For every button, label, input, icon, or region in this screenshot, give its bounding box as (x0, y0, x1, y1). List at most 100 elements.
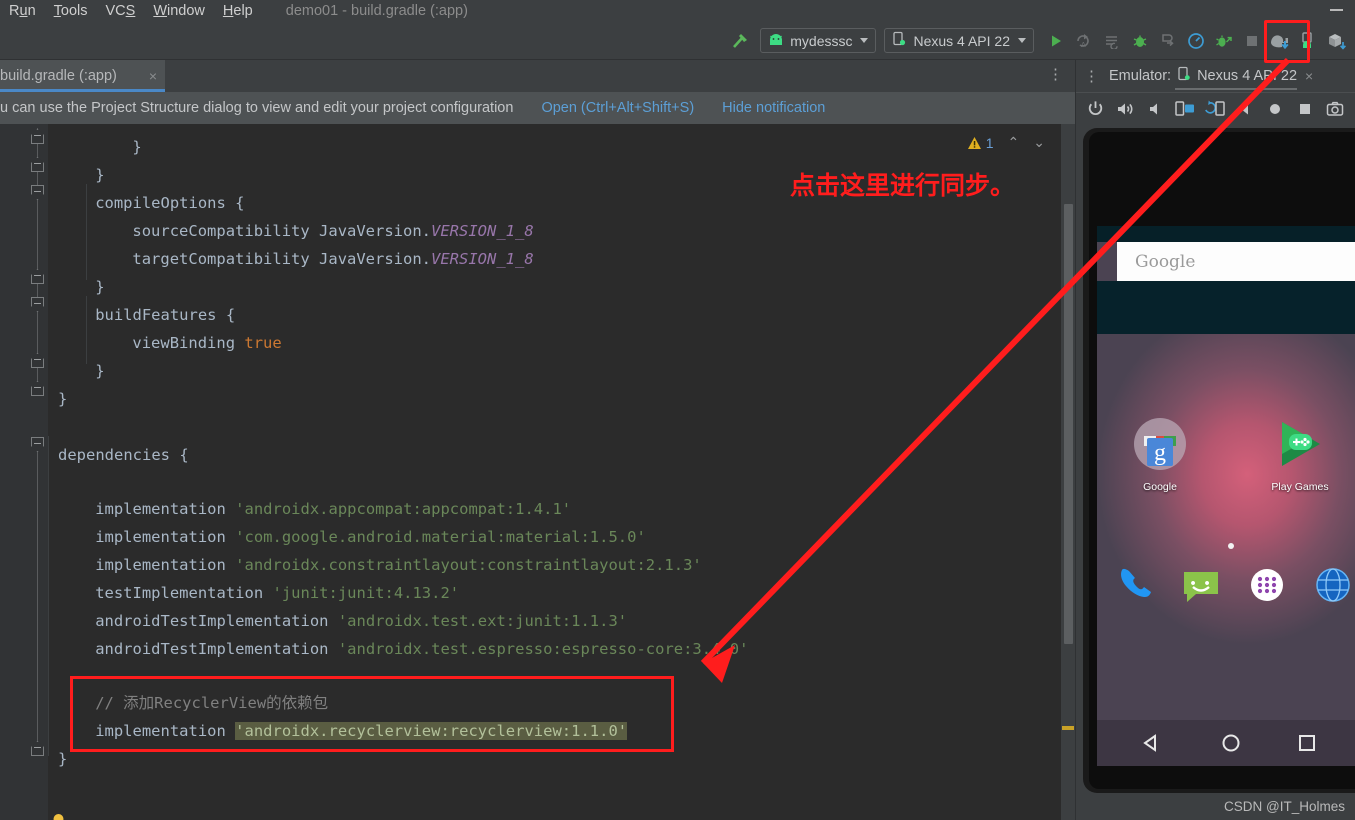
fold-marker-expand-icon[interactable] (31, 185, 44, 200)
code-token: viewBinding (132, 334, 245, 352)
code-line[interactable]: androidTestImplementation 'androidx.test… (95, 636, 748, 664)
attach-debugger-button[interactable] (1155, 28, 1181, 54)
editor-tab-label: build.gradle (:app) (0, 68, 117, 84)
dock-icon-messaging[interactable] (1175, 564, 1227, 615)
menu-item-help[interactable]: Help (214, 3, 262, 19)
notification-hide-link[interactable]: Hide notification (722, 100, 825, 116)
module-selector[interactable]: mydesssc (760, 28, 877, 53)
code-token: implementation (95, 556, 236, 574)
fold-region-line (37, 442, 38, 752)
dock-icon-all-apps[interactable] (1241, 564, 1293, 615)
code-line[interactable]: buildFeatures { (95, 302, 235, 330)
code-token: dependencies { (58, 446, 189, 464)
code-line[interactable]: } (58, 746, 67, 774)
code-line[interactable]: dependencies { (58, 442, 189, 470)
volume-down-icon[interactable] (1140, 95, 1170, 123)
warning-stripe-marker[interactable] (1062, 726, 1074, 730)
device-screen[interactable]: Google g Google Play Games (1097, 226, 1355, 766)
code-editor[interactable]: }} compileOptions {sourceCompatibility Ja… (0, 124, 1075, 820)
code-token: VERSION_1_8 (431, 250, 534, 268)
volume-up-icon[interactable] (1110, 95, 1140, 123)
emulator-header: ⋮ Emulator: Nexus 4 API 22 × (1076, 60, 1355, 92)
scrollbar-thumb[interactable] (1064, 204, 1073, 644)
code-line[interactable]: implementation 'androidx.recyclerview:re… (95, 718, 628, 746)
code-line[interactable]: targetCompatibility JavaVersion.VERSION_… (132, 246, 533, 274)
next-problem-button[interactable]: ⌄ (1033, 134, 1045, 151)
screenshot-icon[interactable] (1320, 95, 1350, 123)
editor-tab-overflow-button[interactable]: ⋮ (1048, 67, 1063, 83)
google-search-widget[interactable]: Google (1117, 242, 1355, 281)
menu-item-window[interactable]: Window (144, 3, 214, 19)
back-icon[interactable] (1230, 95, 1260, 123)
home-icon[interactable] (1260, 95, 1290, 123)
overview-icon[interactable] (1290, 95, 1320, 123)
editor-gutter[interactable] (0, 124, 48, 820)
fold-marker-collapse-icon[interactable] (31, 129, 44, 144)
emulator-options-button[interactable]: ⋮ (1084, 67, 1099, 85)
fold-marker-collapse-icon[interactable] (31, 157, 44, 172)
main-toolbar: mydesssc Nexus 4 API 22 A (0, 22, 1355, 60)
stop-button[interactable] (1239, 28, 1265, 54)
menu-item-vcs[interactable]: VCS (97, 3, 145, 19)
android-status-bar (1097, 226, 1355, 242)
prev-problem-button[interactable]: ⌃ (1008, 134, 1020, 151)
close-icon[interactable]: × (149, 68, 157, 84)
menu-item-run[interactable]: Run (0, 3, 45, 19)
indent-guide (48, 436, 49, 756)
run-button[interactable] (1043, 28, 1069, 54)
apply-changes-button[interactable]: A (1071, 28, 1097, 54)
sdk-manager-button[interactable] (1323, 28, 1349, 54)
close-icon[interactable]: × (1305, 68, 1313, 84)
code-line[interactable]: } (95, 358, 104, 386)
emulator-device-frame: Google g Google Play Games (1083, 128, 1355, 793)
code-line[interactable]: viewBinding true (132, 330, 281, 358)
power-icon[interactable] (1080, 95, 1110, 123)
fold-marker-collapse-icon[interactable] (31, 381, 44, 396)
editor-scrollbar[interactable] (1061, 124, 1075, 820)
editor-tab-strip: build.gradle (:app) × ⋮ (0, 60, 1075, 92)
code-line[interactable]: androidTestImplementation 'androidx.test… (95, 608, 627, 636)
inspection-status[interactable]: 1 ⌃ ⌄ (967, 134, 1045, 151)
fold-marker-expand-icon[interactable] (31, 297, 44, 312)
menu-item-tools[interactable]: Tools (45, 3, 97, 19)
rotate-right-icon[interactable] (1200, 95, 1230, 123)
make-project-icon[interactable] (730, 30, 752, 52)
code-line[interactable]: sourceCompatibility JavaVersion.VERSION_… (132, 218, 533, 246)
code-line[interactable]: compileOptions { (95, 190, 244, 218)
fold-marker-collapse-icon[interactable] (31, 353, 44, 368)
indent-guide (86, 296, 87, 364)
debug-button[interactable] (1127, 28, 1153, 54)
code-line[interactable]: } (95, 162, 104, 190)
minimize-button[interactable] (1330, 9, 1343, 11)
apply-code-changes-button[interactable] (1099, 28, 1125, 54)
dock-icon-browser[interactable] (1307, 564, 1355, 615)
fold-marker-collapse-icon[interactable] (31, 269, 44, 284)
window-title: demo01 - build.gradle (:app) (285, 3, 468, 19)
editor-tab-build-gradle[interactable]: build.gradle (:app) × (0, 60, 165, 92)
dock-icon-phone[interactable] (1109, 564, 1161, 615)
profiler-button[interactable] (1183, 28, 1209, 54)
notification-open-link[interactable]: Open (Ctrl+Alt+Shift+S) (541, 100, 694, 116)
device-selector[interactable]: Nexus 4 API 22 (884, 28, 1034, 53)
code-line[interactable]: implementation 'com.google.android.mater… (95, 524, 646, 552)
app-icon-google[interactable]: g Google (1127, 416, 1193, 493)
rotate-left-icon[interactable] (1170, 95, 1200, 123)
code-line[interactable]: // 添加RecyclerView的依赖包 (95, 690, 328, 718)
avd-manager-button[interactable] (1295, 28, 1321, 54)
fold-marker-collapse-icon[interactable] (31, 741, 44, 756)
code-line[interactable]: } (95, 274, 104, 302)
code-line[interactable]: } (132, 134, 141, 162)
code-line[interactable]: testImplementation 'junit:junit:4.13.2' (95, 580, 459, 608)
code-line[interactable]: implementation 'androidx.appcompat:appco… (95, 496, 571, 524)
emulator-device-tab[interactable]: Nexus 4 API 22 × (1171, 60, 1319, 92)
sync-gradle-button[interactable] (1267, 28, 1293, 54)
code-token: } (58, 750, 68, 768)
profile-debuggable-button[interactable] (1211, 28, 1237, 54)
code-line[interactable]: implementation 'androidx.constraintlayou… (95, 552, 702, 580)
emulator-controls (1076, 92, 1355, 124)
code-line[interactable]: } (58, 386, 67, 414)
app-icon-play-games[interactable]: Play Games (1267, 416, 1333, 493)
fold-marker-expand-icon[interactable] (31, 437, 44, 452)
code-content[interactable]: }} compileOptions {sourceCompatibility Ja… (48, 124, 1045, 820)
code-token: } (95, 278, 105, 296)
